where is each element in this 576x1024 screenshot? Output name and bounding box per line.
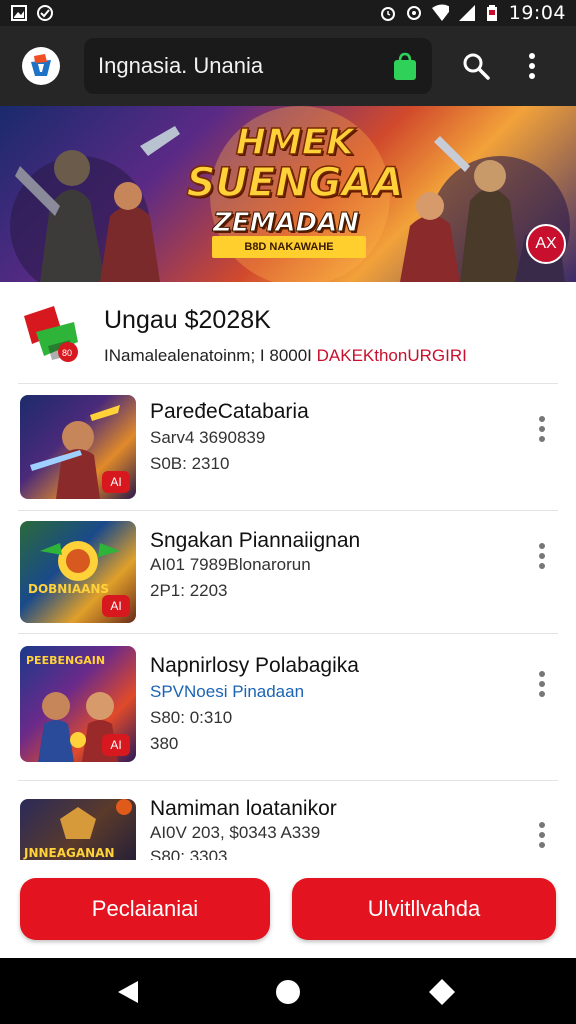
banner-title-line2: SUENGAA — [186, 160, 404, 206]
promo-subtitle-accent: DAKEKthonURGIRI — [316, 346, 467, 365]
more-vert-icon — [539, 543, 545, 569]
svg-text:80: 80 — [62, 348, 72, 358]
more-vert-icon — [529, 53, 535, 79]
list-item[interactable]: PEEBENGAIN AI Napnirlosy Polabagika SPVN… — [0, 634, 576, 780]
banner-tagline: B8D NAKAWAHE — [212, 236, 366, 258]
app-logo[interactable] — [22, 47, 60, 85]
game-meta-line1: AI0V 203, $0343 A339 — [150, 823, 321, 842]
nav-back-button[interactable] — [114, 978, 142, 1006]
game-thumbnail: DOBNIAANS AI — [20, 521, 136, 623]
banner-title: HMEK SUENGAA — [180, 122, 410, 206]
system-navigation-bar — [0, 958, 576, 1024]
game-thumbnail: PEEBENGAIN AI — [20, 646, 136, 762]
battery-icon — [483, 4, 501, 22]
promo-subtitle: INamalealenatoinm; I 8000I DAKEKthonURGI… — [104, 346, 467, 366]
game-thumbnail-text: DOBNIAANS — [28, 582, 109, 596]
game-thumbnail: JNNEAGANAN — [20, 799, 136, 860]
signal-icon — [457, 4, 475, 22]
age-badge: AI — [102, 734, 130, 756]
banner-subtitle: ZEMADAN — [212, 208, 360, 239]
game-meta-line3: 380 — [150, 734, 179, 753]
promo-banner[interactable]: HMEK SUENGAA ZEMADAN B8D NAKAWAHE AX — [0, 106, 576, 282]
game-meta-line1: SPVNoesi Pinadaan — [150, 682, 305, 701]
search-input[interactable]: Ingnasia. Unania — [98, 53, 390, 79]
game-thumbnail: AI — [20, 395, 136, 499]
item-more-button[interactable] — [530, 411, 554, 447]
game-meta-line1: AI01 7989Blonarorun — [150, 555, 311, 574]
nav-home-button[interactable] — [274, 978, 302, 1006]
item-more-button[interactable] — [530, 817, 554, 853]
status-time: 19:04 — [508, 2, 566, 24]
primary-right-button[interactable]: Ulvitllvahda — [292, 878, 556, 940]
game-thumbnail-art: JNNEAGANAN — [23, 799, 132, 860]
game-thumbnail-text: PEEBENGAIN — [26, 654, 105, 667]
search-icon — [463, 53, 490, 80]
back-icon — [118, 981, 138, 1003]
game-title: Napnirlosy Polabagika — [150, 654, 359, 677]
game-meta-line2: S80: 3303 — [150, 847, 228, 860]
sync-icon — [405, 4, 423, 22]
banner-title-line1: HMEK — [235, 122, 355, 163]
game-title: Namiman loatanikor — [150, 797, 337, 820]
item-more-button[interactable] — [530, 666, 554, 702]
alarm-icon — [379, 4, 397, 22]
status-bar: 19:04 — [0, 0, 576, 26]
more-vert-icon — [539, 671, 545, 697]
banner-badge: AX — [526, 224, 566, 264]
app-notification-icon — [36, 4, 54, 22]
bottom-action-bar: Peclaianiai Ulvitllvahda — [0, 860, 576, 958]
nav-recents-button[interactable] — [428, 978, 456, 1006]
promo-subtitle-main: INamalealenatoinm; I 8000I — [104, 346, 317, 365]
promo-title: Ungau $2028K — [104, 306, 271, 334]
list-item[interactable]: AI PaređeCatabaria Sarv4 3690839 S0B: 23… — [0, 384, 576, 510]
app-bar: Ingnasia. Unania — [0, 26, 576, 106]
age-badge: AI — [102, 471, 130, 493]
promo-card[interactable]: 80 — [0, 282, 576, 384]
gallery-notification-icon — [10, 4, 28, 22]
home-icon — [276, 980, 300, 1004]
list-item[interactable]: JNNEAGANAN Namiman loatanikor AI0V 203, … — [0, 781, 576, 860]
game-title: PaređeCatabaria — [150, 400, 309, 423]
more-vert-icon — [539, 416, 545, 442]
game-thumbnail-text: JNNEAGANAN — [23, 846, 115, 860]
recents-icon — [429, 979, 455, 1005]
gift-tag-icon: 80 — [24, 306, 78, 362]
wifi-icon — [431, 4, 449, 22]
search-field[interactable]: Ingnasia. Unania — [84, 38, 432, 94]
item-more-button[interactable] — [530, 538, 554, 574]
app-logo-icon — [26, 51, 56, 81]
search-button[interactable] — [454, 44, 498, 88]
primary-left-button[interactable]: Peclaianiai — [20, 878, 270, 940]
more-vert-icon — [539, 822, 545, 848]
age-badge: AI — [102, 595, 130, 617]
game-meta-line1: Sarv4 3690839 — [150, 428, 266, 447]
game-meta-line2: S0B: 2310 — [150, 454, 230, 473]
overflow-menu-button[interactable] — [510, 44, 554, 88]
game-meta-line2: 2P1: 2203 — [150, 581, 228, 600]
game-meta-line2: S80: 0:310 — [150, 708, 233, 727]
shopping-bag-icon[interactable] — [390, 50, 420, 82]
game-title: Sngakan Piannaiignan — [150, 529, 361, 552]
list-item[interactable]: DOBNIAANS AI Sngakan Piannaiignan AI01 7… — [0, 511, 576, 633]
